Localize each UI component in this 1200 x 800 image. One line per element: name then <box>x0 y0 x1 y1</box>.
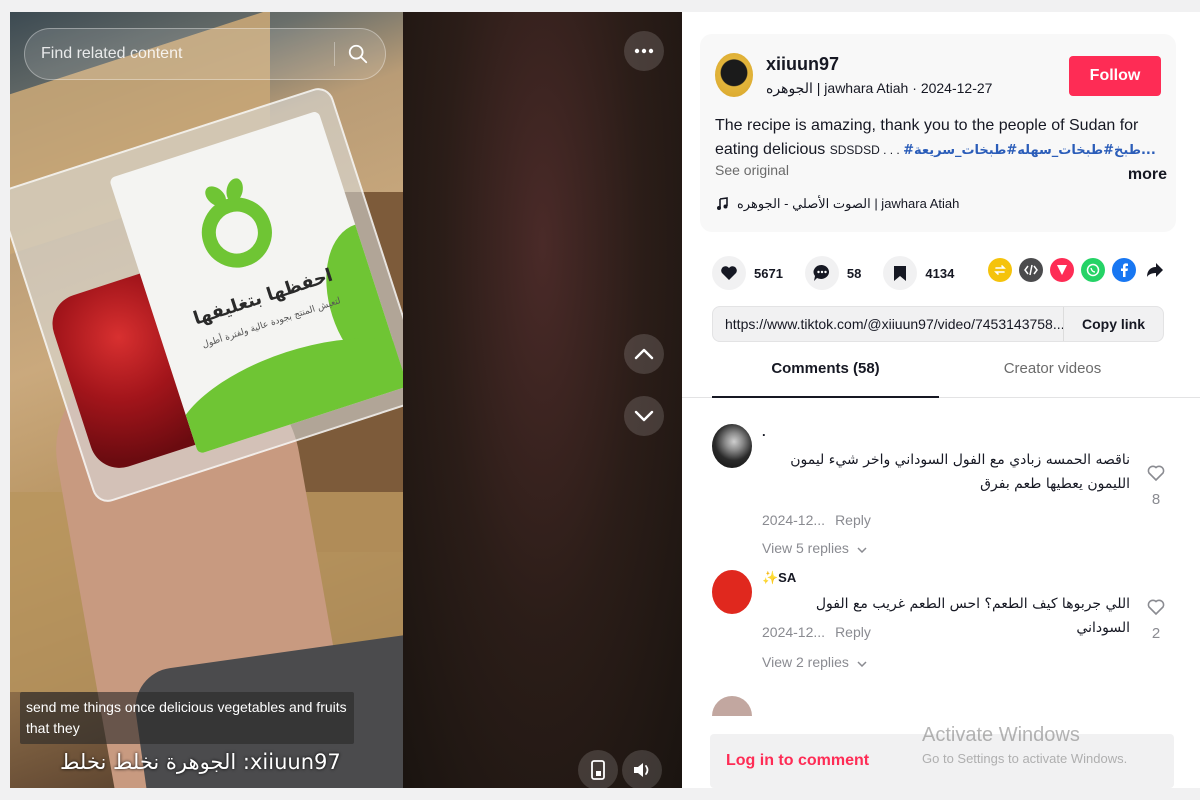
commenter-name[interactable]: . <box>762 424 766 439</box>
music-title[interactable]: الصوت الأصلي - الجوهره | jawhara Atiah <box>737 196 959 212</box>
comment-like-button[interactable]: 8 <box>1144 464 1168 508</box>
username[interactable]: xiiuun97 <box>766 54 839 75</box>
embed-icon <box>1024 264 1038 276</box>
music-link[interactable]: الصوت الأصلي - الجوهره | jawhara Atiah <box>715 196 959 212</box>
login-to-comment-link[interactable]: Log in to comment <box>726 752 869 770</box>
more-link[interactable]: more <box>1128 163 1167 187</box>
comment-text: ناقصه الحمسه زبادي مع الفول السوداني واخ… <box>790 452 1130 492</box>
floating-player-button[interactable] <box>578 750 618 788</box>
bookmark-icon <box>894 265 907 281</box>
reply-button[interactable]: Reply <box>835 624 871 640</box>
engagement-stats: 5671 58 4134 <box>712 256 976 290</box>
comment-button[interactable] <box>804 256 839 290</box>
music-note-icon <box>717 197 728 210</box>
display-name[interactable]: الجوهره | jawhara Atiah <box>766 80 908 96</box>
heart-icon <box>721 266 737 280</box>
view-replies-label: View 5 replies <box>762 540 849 556</box>
more-share-button[interactable] <box>1143 258 1167 282</box>
repost-icon <box>994 265 1006 275</box>
watermark-title: Activate Windows <box>922 724 1080 746</box>
panel-tabs: Comments (58) Creator videos <box>682 360 1200 398</box>
heart-outline-icon <box>1147 599 1165 616</box>
comment-date: 2024-12... <box>762 624 826 640</box>
comment-meta: 2024-12... Reply <box>762 624 871 640</box>
video-link-box: https://www.tiktok.com/@xiiuun97/video/7… <box>712 306 1164 342</box>
facebook-share-button[interactable] <box>1112 258 1136 282</box>
related-content-search[interactable] <box>24 28 386 80</box>
volume-icon <box>634 763 649 777</box>
share-arrow-icon <box>1147 263 1163 277</box>
next-video-button[interactable] <box>624 396 664 436</box>
avatar[interactable] <box>715 53 753 97</box>
windows-activation-watermark: Activate Windows Go to Settings to activ… <box>922 724 1127 766</box>
chevron-up-icon <box>634 348 654 360</box>
send-to-friends-button[interactable] <box>1050 258 1074 282</box>
view-replies-button[interactable]: View 2 replies <box>762 654 867 670</box>
video-link-url[interactable]: https://www.tiktok.com/@xiiuun97/video/7… <box>713 316 1063 332</box>
commenter-avatar[interactable] <box>712 696 752 716</box>
commenter-name[interactable]: ✨SA <box>762 570 796 586</box>
volume-button[interactable] <box>622 750 662 788</box>
search-input[interactable] <box>41 45 322 63</box>
send-icon <box>1057 265 1067 275</box>
embed-button[interactable] <box>1019 258 1043 282</box>
hashtags[interactable]: #طبخ#طبخات_سهله#طبخات_سريعة... <box>903 143 1156 158</box>
view-replies-button[interactable]: View 5 replies <box>762 540 867 556</box>
more-options-button[interactable] <box>624 31 664 71</box>
brand-logo-icon <box>201 178 272 268</box>
whatsapp-share-button[interactable] <box>1081 258 1105 282</box>
view-replies-label: View 2 replies <box>762 654 849 670</box>
like-button[interactable] <box>712 256 746 290</box>
comment-icon <box>813 264 829 281</box>
see-original-link[interactable]: See original <box>715 162 789 178</box>
search-divider <box>334 42 335 66</box>
phone-flip-icon <box>591 760 605 780</box>
post-date: 2024-12-27 <box>920 80 993 96</box>
heart-outline-icon <box>1147 465 1165 482</box>
comment-like-count: 2 <box>1151 625 1161 642</box>
comment-like-button[interactable]: 2 <box>1144 598 1168 642</box>
chevron-down-icon <box>857 661 867 668</box>
chevron-down-icon <box>857 547 867 554</box>
description-sd: SDSDSD . . . <box>829 143 904 157</box>
more-dots-icon <box>634 48 654 54</box>
commenter-avatar[interactable] <box>712 570 752 614</box>
comment-date: 2024-12... <box>762 512 826 528</box>
copy-link-button[interactable]: Copy link <box>1062 307 1163 341</box>
like-count: 5671 <box>754 265 783 281</box>
video-caption-arabic: الجوهرة نخلط نخلط :xiiuun97 <box>60 750 341 774</box>
chevron-down-icon <box>634 410 654 422</box>
commenter-avatar[interactable] <box>712 424 752 468</box>
save-button[interactable] <box>883 256 918 290</box>
author-subline: الجوهره | jawhara Atiah · 2024-12-27 <box>766 80 992 97</box>
tab-comments[interactable]: Comments (58) <box>712 360 939 398</box>
video-caption: send me things once delicious vegetables… <box>20 692 354 744</box>
watermark-subtitle: Go to Settings to activate Windows. <box>922 751 1128 766</box>
video-player[interactable]: احفظها بتغليفها لتعيش المنتج بجودة عالية… <box>10 12 682 788</box>
save-stat[interactable]: 4134 <box>883 256 954 290</box>
dot-separator: · <box>912 80 921 96</box>
search-icon[interactable] <box>347 43 369 65</box>
facebook-icon <box>1121 263 1128 277</box>
repost-button[interactable] <box>988 258 1012 282</box>
tab-creator-videos[interactable]: Creator videos <box>939 360 1166 398</box>
reply-button[interactable]: Reply <box>835 512 871 528</box>
previous-video-button[interactable] <box>624 334 664 374</box>
like-stat[interactable]: 5671 <box>712 256 783 290</box>
description-card: xiiuun97 الجوهره | jawhara Atiah · 2024-… <box>700 34 1176 232</box>
save-count: 4134 <box>925 265 955 281</box>
tiktok-page: احفظها بتغليفها لتعيش المنتج بجودة عالية… <box>0 0 1200 800</box>
details-panel: xiiuun97 الجوهره | jawhara Atiah · 2024-… <box>682 12 1200 788</box>
comment-count: 58 <box>846 265 862 281</box>
comment-stat[interactable]: 58 <box>804 256 862 290</box>
comment-like-count: 8 <box>1151 491 1161 508</box>
video-frame[interactable]: احفظها بتغليفها لتعيش المنتج بجودة عالية… <box>10 12 403 788</box>
follow-button[interactable]: Follow <box>1069 56 1161 96</box>
comment-meta: 2024-12... Reply <box>762 512 871 528</box>
whatsapp-icon <box>1086 263 1100 277</box>
share-options <box>988 258 1167 282</box>
